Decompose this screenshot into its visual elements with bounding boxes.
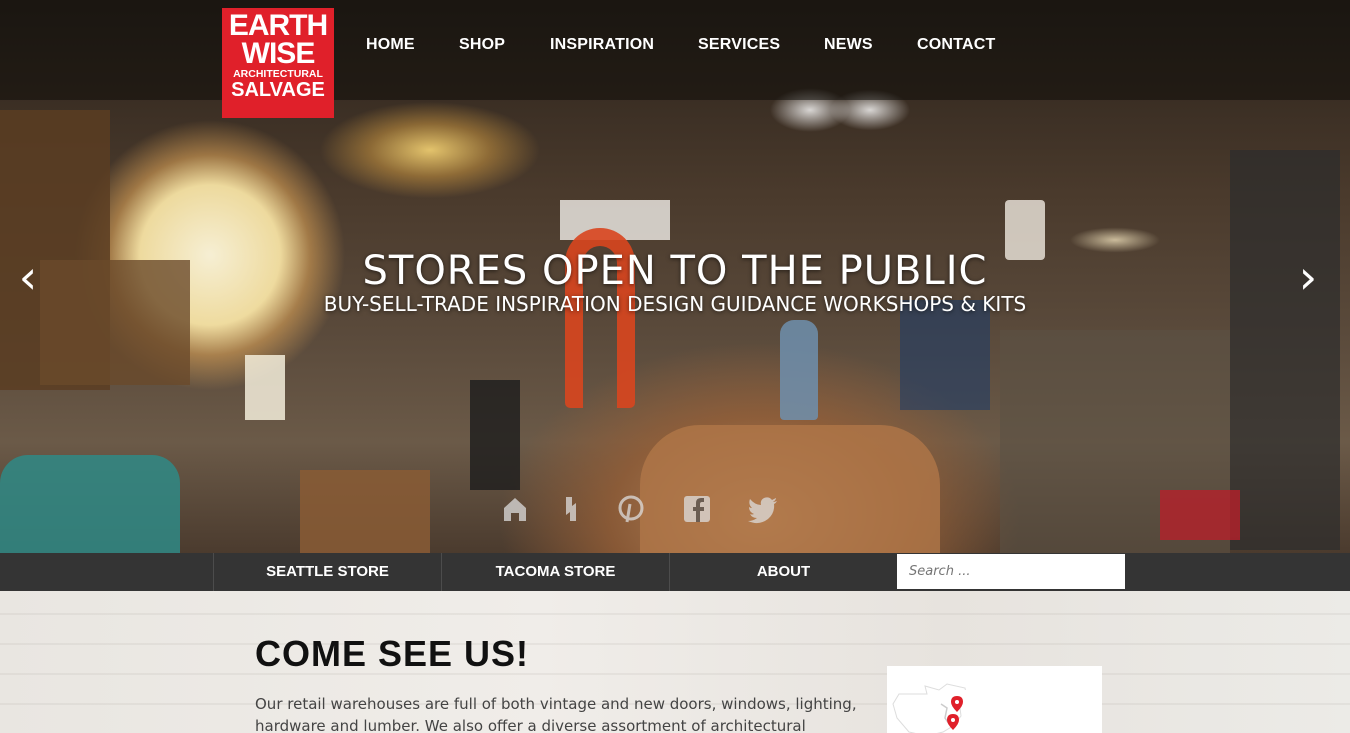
nav-home[interactable]: HOME (366, 36, 415, 54)
pinterest-icon[interactable] (616, 494, 646, 524)
washington-map (892, 683, 1102, 733)
nav-shop[interactable]: SHOP (459, 36, 505, 54)
site-logo[interactable]: EARTH WISE ARCHITECTURAL SALVAGE (222, 8, 334, 118)
hero-photo-detail (0, 455, 180, 553)
slider-prev-arrow-icon[interactable]: ‹ (8, 252, 48, 302)
slider-next-arrow-icon[interactable]: › (1288, 252, 1328, 302)
hero-photo-detail (300, 470, 430, 553)
hero-photo-detail (640, 425, 940, 553)
header-bar (0, 0, 1350, 100)
hero-subtitle: BUY-SELL-TRADE INSPIRATION DESIGN GUIDAN… (323, 292, 1027, 316)
nav-contact[interactable]: CONTACT (917, 36, 995, 54)
hero-title: STORES OPEN TO THE PUBLIC (362, 248, 988, 294)
section-heading: COME SEE US! (255, 633, 530, 674)
hero-photo-detail (780, 320, 818, 420)
bookmark-icon[interactable] (556, 494, 586, 524)
store-nav: SEATTLE STORE TACOMA STORE ABOUT (0, 553, 1350, 591)
hero-photo-detail (470, 380, 520, 490)
houzz-icon[interactable] (500, 494, 530, 524)
store-locations-map[interactable] (887, 666, 1102, 733)
logo-text: SALVAGE (231, 79, 325, 101)
hero-photo-detail (900, 300, 990, 410)
section-body: Our retail warehouses are full of both v… (255, 695, 857, 733)
hero-slider: EARTH WISE ARCHITECTURAL SALVAGE HOME SH… (0, 0, 1350, 553)
nav-services[interactable]: SERVICES (698, 36, 780, 54)
facebook-icon[interactable] (682, 494, 712, 524)
logo-text: EARTH (228, 9, 328, 42)
seattle-store-link[interactable]: SEATTLE STORE (213, 553, 441, 591)
hero-photo-detail (245, 355, 285, 420)
hero-photo-detail (1160, 490, 1240, 540)
map-pin-icon[interactable] (951, 696, 963, 716)
map-pin-icon[interactable] (947, 714, 959, 733)
hero-photo-detail (1230, 150, 1340, 550)
twitter-icon[interactable] (747, 494, 777, 524)
about-link[interactable]: ABOUT (669, 553, 897, 591)
tacoma-store-link[interactable]: TACOMA STORE (441, 553, 669, 591)
nav-news[interactable]: NEWS (824, 36, 873, 54)
main-content: COME SEE US! Our retail warehouses are f… (0, 591, 1350, 733)
search-input[interactable] (897, 554, 1125, 589)
logo-text: WISE (241, 37, 316, 70)
nav-inspiration[interactable]: INSPIRATION (550, 36, 654, 54)
